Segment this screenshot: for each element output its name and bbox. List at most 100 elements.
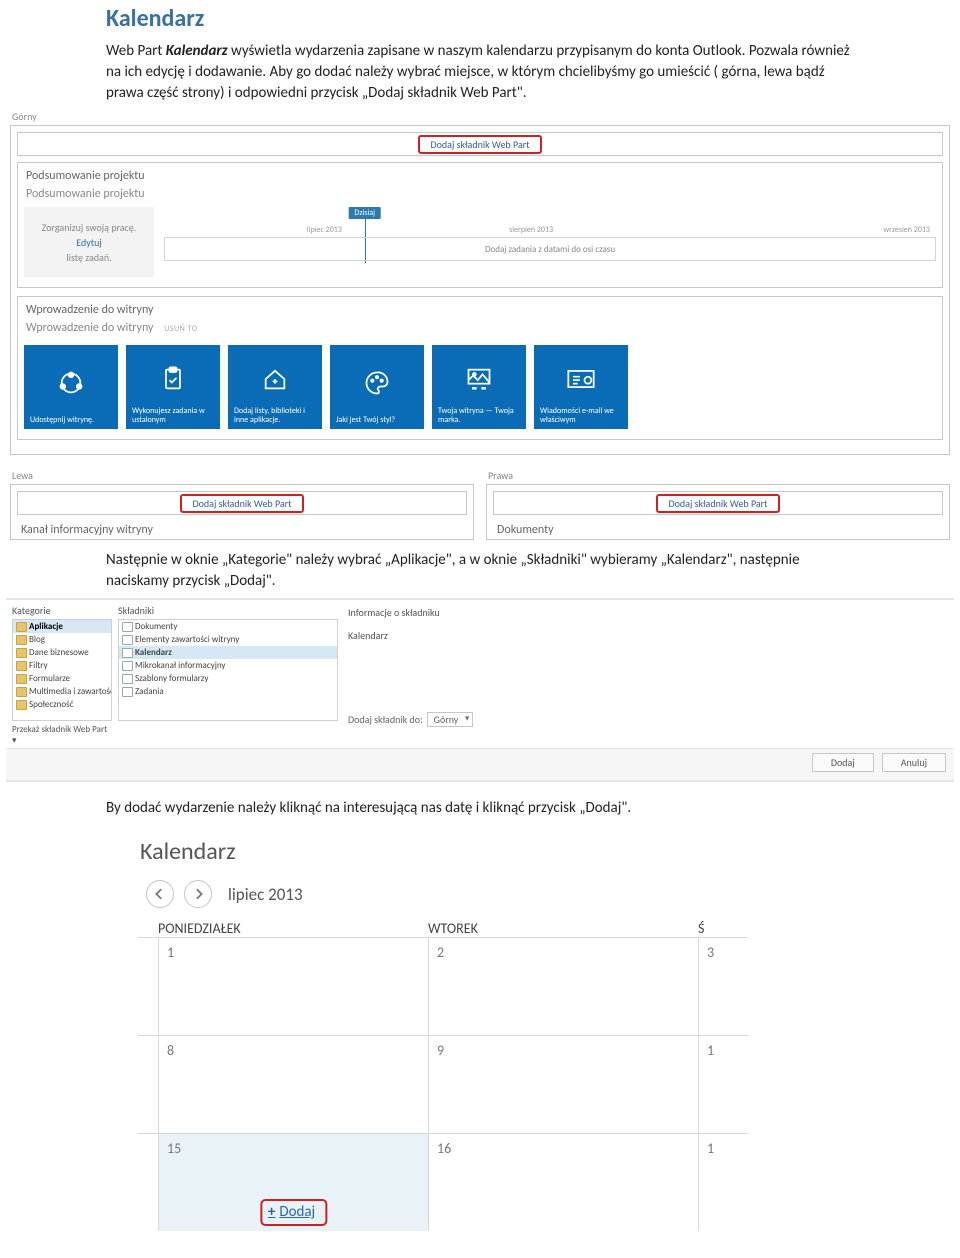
part-item[interactable]: Elementy zawartości witryny <box>119 633 337 646</box>
tile-caption: Udostępnij witrynę. <box>30 416 112 425</box>
intro-paragraph: Web Part Kalendarz wyświetla wydarzenia … <box>106 41 854 104</box>
intro-prefix: Web Part <box>106 42 166 60</box>
category-item[interactable]: Formularze <box>13 672 111 685</box>
promo-tiles: Udostępnij witrynę. Wykonujesz zadania w… <box>24 345 936 429</box>
zone-label-left: Lewa <box>12 469 474 482</box>
calendar-cell[interactable]: 2 <box>428 937 698 1035</box>
add-webpart-row-right: Dodaj składnik Web Part <box>493 491 943 515</box>
tile-share-site[interactable]: Udostępnij witrynę. <box>24 345 118 429</box>
remove-this-link[interactable]: USUŃ TO <box>164 324 197 334</box>
day-header: PONIEDZIAŁEK <box>158 920 428 937</box>
zone-right: Dodaj składnik Web Part Dokumenty <box>486 484 950 540</box>
webpart-title: Podsumowanie projektu <box>24 167 936 187</box>
clipboard-check-icon <box>132 351 214 407</box>
section-heading: Kalendarz <box>106 4 854 33</box>
picker-header-parts: Składniki <box>118 602 338 619</box>
category-item[interactable]: Dane biznesowe <box>13 646 111 659</box>
add-webpart-button[interactable]: Dodaj składnik Web Part <box>656 494 779 513</box>
tile-email[interactable]: Wiadomości e-mail we właściwym <box>534 345 628 429</box>
calendar-cell[interactable]: 1 <box>698 1035 748 1133</box>
calendar-cell-selected[interactable]: 15 + Dodaj <box>158 1133 428 1231</box>
category-item[interactable]: Aplikacje <box>13 620 111 633</box>
project-timeline: Dzisiaj lipiec 2013 sierpień 2013 wrzesi… <box>164 207 936 277</box>
part-item[interactable]: Dokumenty <box>119 620 337 633</box>
webpart-project-summary: Podsumowanie projektu Podsumowanie proje… <box>17 162 943 288</box>
category-item[interactable]: Blog <box>13 633 111 646</box>
calendar-next-button[interactable] <box>184 880 212 908</box>
project-side-box: Zorganizuj swoją pracę. Edytuj listę zad… <box>24 207 154 277</box>
calendar-add-event-label: Dodaj <box>279 1203 315 1221</box>
project-side-line2: listę zadań. <box>66 251 111 264</box>
calendar-cell-date: 15 <box>167 1140 181 1157</box>
picker-cancel-button[interactable]: Anuluj <box>882 753 946 772</box>
calendar-gutter <box>138 1133 158 1231</box>
calendar-cell[interactable]: 8 <box>158 1035 428 1133</box>
zone-label-right: Prawa <box>488 469 950 482</box>
add-webpart-button[interactable]: Dodaj składnik Web Part <box>180 494 303 513</box>
chevron-right-icon <box>192 888 204 900</box>
add-webpart-button[interactable]: Dodaj składnik Web Part <box>418 135 541 154</box>
part-item[interactable]: Mikrokanał informacyjny <box>119 659 337 672</box>
tile-style[interactable]: Jaki jest Twój styl? <box>330 345 424 429</box>
tile-brand[interactable]: Twoja witryna — Twoja marka. <box>432 345 526 429</box>
parts-listbox[interactable]: Dokumenty Elementy zawartości witryny Ka… <box>118 619 338 721</box>
calendar-cell[interactable]: 16 <box>428 1133 698 1231</box>
share-icon <box>30 351 112 416</box>
paragraph-2: Następnie w oknie „Kategorie" należy wyb… <box>106 550 854 592</box>
calendar-cell[interactable]: 9 <box>428 1035 698 1133</box>
add-to-label: Dodaj składnik do: <box>348 713 423 726</box>
calendar-prev-button[interactable] <box>146 880 174 908</box>
webpart-title: Kanał informacyjny witryny <box>17 521 467 539</box>
project-side-line1: Zorganizuj swoją pracę. <box>42 221 137 234</box>
calendar-add-event-button[interactable]: + Dodaj <box>260 1199 327 1226</box>
picker-info-column: Informacje o składniku Kalendarz Dodaj s… <box>344 602 948 746</box>
webpart-title: Wprowadzenie do witryny <box>24 301 936 321</box>
webpart-subtitle: Wprowadzenie do witryny USUŃ TO <box>24 321 936 341</box>
tile-add-apps[interactable]: Dodaj listy, biblioteki i inne aplikacje… <box>228 345 322 429</box>
mail-list-icon <box>540 351 622 407</box>
screenshot-webpart-picker: Kategorie Aplikacje Blog Dane biznesowe … <box>6 598 954 782</box>
part-item[interactable]: Szablony formularzy <box>119 672 337 685</box>
zone-label-top: Górny <box>12 110 950 123</box>
webpart-subtitle: Podsumowanie projektu <box>24 187 936 207</box>
project-side-link[interactable]: Edytuj <box>76 236 102 249</box>
screenshot-sharepoint-zones: Górny Dodaj składnik Web Part Podsumowan… <box>10 110 950 540</box>
upload-webpart-link[interactable]: Przekaż składnik Web Part ▾ <box>12 721 112 746</box>
categories-listbox[interactable]: Aplikacje Blog Dane biznesowe Filtry For… <box>12 619 112 721</box>
tile-caption: Wiadomości e-mail we właściwym <box>540 407 622 425</box>
zone-left: Dodaj składnik Web Part Kanał informacyj… <box>10 484 474 540</box>
tile-caption: Wykonujesz zadania w ustalonym <box>132 407 214 425</box>
part-item[interactable]: Zadania <box>119 685 337 698</box>
calendar-day-headers: PONIEDZIAŁEK WTOREK Ś <box>128 920 748 937</box>
timeline-month-2: sierpień 2013 <box>509 225 553 235</box>
calendar-month-label: lipiec 2013 <box>228 884 303 905</box>
calendar-cell[interactable]: 3 <box>698 937 748 1035</box>
calendar-grid: 1 2 3 8 9 1 15 + Dodaj 16 1 <box>138 937 748 1231</box>
chevron-left-icon <box>154 888 166 900</box>
zone-top: Dodaj składnik Web Part Podsumowanie pro… <box>10 125 950 455</box>
webpart-title: Dokumenty <box>493 521 943 539</box>
add-to-zone-select[interactable]: Górny <box>427 712 474 727</box>
part-item[interactable]: Kalendarz <box>119 646 337 659</box>
tile-tasks[interactable]: Wykonujesz zadania w ustalonym <box>126 345 220 429</box>
picker-header-info: Informacje o składniku <box>348 604 944 621</box>
calendar-gutter <box>138 1035 158 1133</box>
picker-header-categories: Kategorie <box>12 602 112 619</box>
calendar-gutter <box>138 937 158 1035</box>
image-icon <box>438 351 520 407</box>
timeline-month-labels: lipiec 2013 sierpień 2013 wrzesień 2013 <box>164 225 936 235</box>
category-item[interactable]: Społeczność <box>13 698 111 711</box>
picker-info-title: Kalendarz <box>348 629 944 642</box>
timeline-month-3: wrzesień 2013 <box>883 225 930 235</box>
timeline-bar[interactable]: Dodaj zadania z datami do osi czasu <box>164 237 936 261</box>
day-header: WTOREK <box>428 920 698 937</box>
house-plus-icon <box>234 351 316 407</box>
day-header: Ś <box>698 920 748 937</box>
category-item[interactable]: Multimedia i zawartość <box>13 685 111 698</box>
calendar-cell[interactable]: 1 <box>158 937 428 1035</box>
add-webpart-row-top: Dodaj składnik Web Part <box>17 132 943 156</box>
calendar-cell[interactable]: 1 <box>698 1133 748 1231</box>
category-item[interactable]: Filtry <box>13 659 111 672</box>
webpart-subtitle-text: Wprowadzenie do witryny <box>26 321 153 335</box>
picker-add-button[interactable]: Dodaj <box>812 753 874 772</box>
